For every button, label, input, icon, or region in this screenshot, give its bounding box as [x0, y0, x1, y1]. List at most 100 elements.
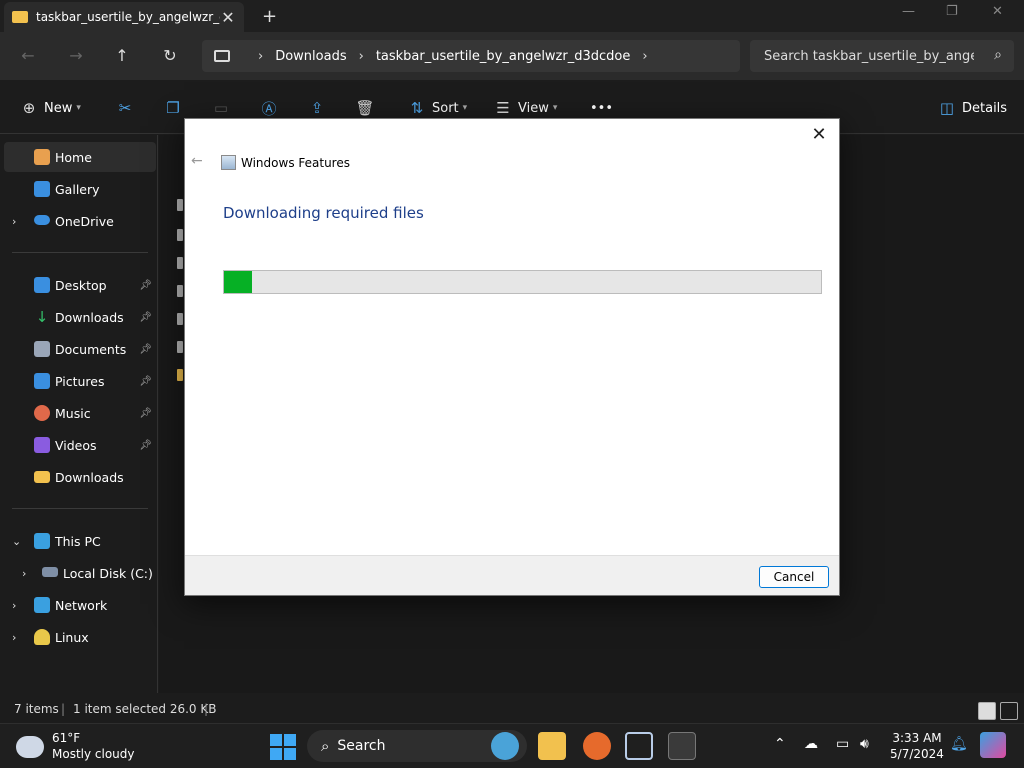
chevron-right-icon[interactable]: ›	[12, 599, 16, 612]
download-icon: ↓	[35, 308, 49, 326]
sidebar-item-downloads-folder[interactable]: Downloads	[4, 462, 156, 492]
tab-title: taskbar_usertile_by_angelwzr_d3dcdoe	[36, 10, 220, 24]
virtual-machine-icon[interactable]	[625, 732, 653, 760]
cancel-button[interactable]: Cancel	[759, 566, 829, 588]
windows-features-icon	[221, 155, 236, 170]
pictures-icon	[34, 373, 50, 389]
pin-icon[interactable]: 📌︎	[139, 344, 152, 355]
copy-icon: ❐	[166, 99, 180, 117]
sidebar-item-local-disk[interactable]: › Local Disk (C:)	[4, 558, 156, 588]
sidebar-item-network[interactable]: › Network	[4, 590, 156, 620]
file-row-fragment	[177, 285, 183, 297]
sort-button[interactable]: ⇅ Sort ▾	[408, 98, 467, 118]
pin-icon[interactable]: 📌︎	[139, 440, 152, 451]
rename-button[interactable]: Ⓐ	[260, 98, 284, 118]
back-icon[interactable]: ←	[16, 44, 40, 68]
chevron-right-icon[interactable]: ›	[12, 631, 16, 644]
taskbar-search[interactable]: ⌕ Search	[307, 730, 527, 762]
chevron-down-icon[interactable]: ⌄	[12, 535, 21, 548]
more-icon: •••	[590, 100, 614, 116]
sidebar-item-label: Home	[55, 149, 92, 165]
copy-button[interactable]: ❐	[164, 98, 188, 118]
delete-button[interactable]: 🗑︎	[355, 98, 380, 118]
view-button[interactable]: ☰ View ▾	[494, 98, 557, 118]
details-view-icon[interactable]	[978, 702, 996, 720]
details-button[interactable]: ◫ Details	[938, 98, 1007, 118]
back-arrow-icon[interactable]: ←	[191, 153, 203, 169]
search-input[interactable]: Search taskbar_usertile_by_angelwzr_d3dc…	[750, 40, 1014, 72]
copilot-icon[interactable]	[980, 732, 1006, 758]
sidebar-item-music[interactable]: Music 📌︎	[4, 398, 156, 428]
start-button[interactable]	[270, 734, 296, 760]
close-tab-icon[interactable]: ✕	[220, 8, 236, 27]
file-row-fragment	[177, 229, 183, 241]
file-row-fragment	[177, 199, 183, 211]
sidebar-item-onedrive[interactable]: › OneDrive	[4, 206, 156, 236]
more-options-button[interactable]: •••	[590, 98, 613, 118]
clock[interactable]: 3:33 AM 5/7/2024	[888, 730, 946, 762]
windows-logo-icon	[284, 748, 296, 760]
pin-icon[interactable]: 📌︎	[139, 280, 152, 291]
new-button[interactable]: ⊕ New ▾	[20, 98, 81, 118]
windows-features-taskbar-icon[interactable]	[668, 732, 696, 760]
chevron-right-icon[interactable]: ›	[258, 49, 263, 64]
minimize-button[interactable]: —	[902, 4, 915, 19]
tiles-view-icon[interactable]	[1000, 702, 1018, 720]
chevron-right-icon[interactable]: ›	[22, 567, 26, 580]
sort-icon: ⇅	[410, 99, 424, 117]
chevron-down-icon: ▾	[462, 103, 468, 113]
new-tab-button[interactable]: +	[262, 6, 277, 27]
sidebar-item-linux[interactable]: › Linux	[4, 622, 156, 652]
sidebar-item-label: Network	[55, 597, 108, 613]
chevron-right-icon[interactable]: ›	[642, 49, 647, 64]
pin-icon[interactable]: 📌︎	[139, 312, 152, 323]
sidebar-item-gallery[interactable]: Gallery	[4, 174, 156, 204]
rename-icon: Ⓐ	[261, 99, 277, 118]
paste-button[interactable]: ▭	[212, 98, 236, 118]
search-icon[interactable]: ⌕	[994, 47, 1002, 63]
file-explorer-icon[interactable]	[538, 732, 566, 760]
notification-bell-icon[interactable]: 🔔︎	[950, 736, 968, 752]
pin-icon[interactable]: 📌︎	[139, 408, 152, 419]
dialog-title: Windows Features	[241, 156, 350, 170]
explorer-tab[interactable]: taskbar_usertile_by_angelwzr_d3dcdoe ✕	[4, 2, 244, 32]
breadcrumb-folder[interactable]: taskbar_usertile_by_angelwzr_d3dcdoe	[376, 49, 631, 64]
network-status-icon[interactable]: ▭	[836, 736, 849, 752]
divider	[12, 508, 148, 509]
weather-widget[interactable]: 61°F Mostly cloudy	[16, 730, 135, 762]
close-icon[interactable]: ✕	[807, 123, 831, 147]
title-bar: taskbar_usertile_by_angelwzr_d3dcdoe ✕ +…	[0, 0, 1024, 32]
details-pane-icon: ◫	[939, 99, 955, 117]
sidebar-item-desktop[interactable]: Desktop 📌︎	[4, 270, 156, 300]
details-label: Details	[962, 100, 1008, 116]
breadcrumb-downloads[interactable]: Downloads	[275, 49, 346, 64]
up-icon[interactable]: ↑	[110, 44, 134, 68]
windows-logo-icon	[270, 748, 282, 760]
address-bar[interactable]: › Downloads › taskbar_usertile_by_angelw…	[202, 40, 740, 72]
close-window-button[interactable]: ✕	[992, 4, 1003, 19]
maximize-button[interactable]: ❐	[946, 4, 958, 19]
chevron-down-icon: ▾	[552, 103, 558, 113]
chevron-right-icon[interactable]: ›	[359, 49, 364, 64]
sidebar-item-label: Desktop	[55, 277, 107, 293]
sidebar-item-this-pc[interactable]: ⌄ This PC	[4, 526, 156, 556]
navigation-bar: ← → ↑ ↻ › Downloads › taskbar_usertile_b…	[0, 32, 1024, 80]
sidebar-item-documents[interactable]: Documents 📌︎	[4, 334, 156, 364]
sidebar-item-home[interactable]: Home	[4, 142, 156, 172]
pin-icon[interactable]: 📌︎	[139, 376, 152, 387]
taskbar-search-label: Search	[337, 738, 386, 754]
sidebar-item-downloads[interactable]: ↓ Downloads 📌︎	[4, 302, 156, 332]
chevron-right-icon[interactable]: ›	[12, 215, 16, 228]
sidebar-item-pictures[interactable]: Pictures 📌︎	[4, 366, 156, 396]
volume-icon[interactable]: 🔊︎	[860, 736, 869, 752]
chevron-up-icon[interactable]: ⌃	[774, 736, 786, 752]
cut-button[interactable]: ✂	[116, 98, 140, 118]
sidebar-item-videos[interactable]: Videos 📌︎	[4, 430, 156, 460]
onedrive-offline-icon[interactable]: ☁	[804, 736, 818, 752]
share-button[interactable]: ⇪	[308, 98, 332, 118]
status-divider: |	[204, 702, 209, 716]
forward-icon[interactable]: →	[64, 44, 88, 68]
sidebar-item-label: OneDrive	[55, 213, 114, 229]
refresh-icon[interactable]: ↻	[158, 44, 182, 68]
firefox-icon[interactable]	[583, 732, 611, 760]
